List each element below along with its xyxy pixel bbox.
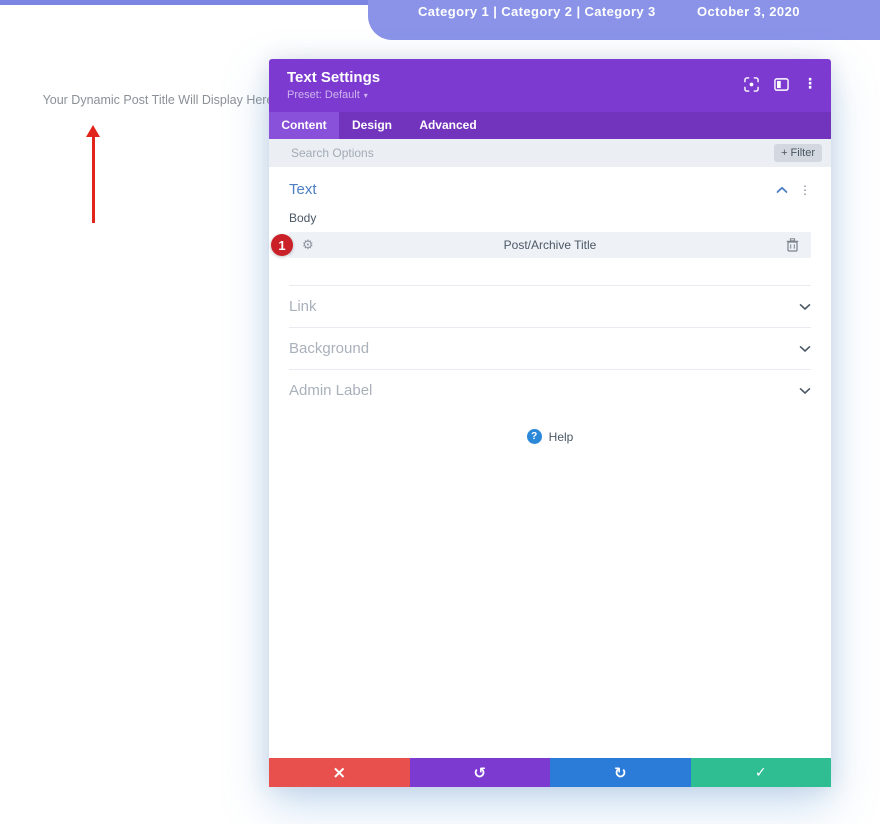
modal-header: Text Settings Preset: Default ▾ ⋮ (269, 59, 831, 112)
text-section-menu-icon[interactable]: ⋮ (799, 183, 811, 197)
post-date: October 3, 2020 (697, 0, 800, 24)
help-icon: ? (527, 429, 542, 444)
admin-label-section-label: Admin Label (289, 382, 372, 399)
spacer (289, 258, 811, 285)
panel-layout-icon[interactable] (773, 76, 789, 92)
tab-content[interactable]: Content (269, 112, 339, 139)
help-link[interactable]: ? Help (289, 429, 811, 444)
text-section-icons: ⋮ (776, 183, 811, 197)
caret-down-icon: ▾ (364, 91, 368, 100)
tab-design[interactable]: Design (339, 112, 405, 139)
background-section-label: Background (289, 340, 369, 357)
modal-header-actions: ⋮ (743, 76, 817, 92)
modal-title: Text Settings (287, 69, 815, 86)
modal-footer: × ↺ ↻ ✓ (269, 758, 831, 787)
redo-icon: ↻ (614, 764, 627, 782)
section-background[interactable]: Background (289, 327, 811, 369)
settings-content: Text ⋮ Body 1 ⚙ Post/Archive Title (269, 167, 831, 444)
page: Category 1 | Category 2 | Category 3 Oct… (0, 0, 880, 824)
chevron-down-icon (799, 387, 811, 395)
dynamic-content-row[interactable]: 1 ⚙ Post/Archive Title (289, 232, 811, 258)
redo-button[interactable]: ↻ (550, 758, 691, 787)
cancel-button[interactable]: × (269, 758, 410, 787)
annotation-arrow-line (92, 136, 95, 223)
chevron-down-icon (799, 303, 811, 311)
chevron-up-icon[interactable] (776, 186, 788, 194)
post-categories: Category 1 | Category 2 | Category 3 (418, 0, 656, 24)
body-field-label: Body (289, 211, 811, 225)
help-label: Help (549, 430, 574, 444)
undo-button[interactable]: ↺ (410, 758, 551, 787)
section-link[interactable]: Link (289, 285, 811, 327)
tab-advanced[interactable]: Advanced (405, 112, 491, 139)
dynamic-post-title-preview: Your Dynamic Post Title Will Display Her… (40, 93, 276, 107)
post-meta-banner: Category 1 | Category 2 | Category 3 Oct… (368, 0, 880, 40)
more-options-icon[interactable]: ⋮ (803, 76, 817, 92)
save-button[interactable]: ✓ (691, 758, 832, 787)
close-icon: × (332, 763, 346, 783)
filter-button[interactable]: + Filter (774, 144, 822, 162)
text-settings-modal: Text Settings Preset: Default ▾ ⋮ (269, 59, 831, 787)
settings-tabbar: Content Design Advanced (269, 112, 831, 139)
undo-icon: ↺ (473, 764, 486, 782)
text-section-title: Text (289, 181, 317, 198)
text-section-header[interactable]: Text ⋮ (289, 167, 811, 198)
check-icon: ✓ (755, 765, 767, 781)
preset-label: Preset: Default (287, 89, 360, 101)
search-options-bar: + Filter (269, 139, 831, 167)
dynamic-content-value: Post/Archive Title (289, 238, 811, 252)
preset-selector[interactable]: Preset: Default ▾ (287, 89, 815, 101)
search-options-input[interactable] (291, 139, 691, 167)
chevron-down-icon (799, 345, 811, 353)
section-admin-label[interactable]: Admin Label (289, 369, 811, 411)
focus-mode-icon[interactable] (743, 76, 759, 92)
link-section-label: Link (289, 298, 317, 315)
trash-icon[interactable] (786, 238, 799, 257)
